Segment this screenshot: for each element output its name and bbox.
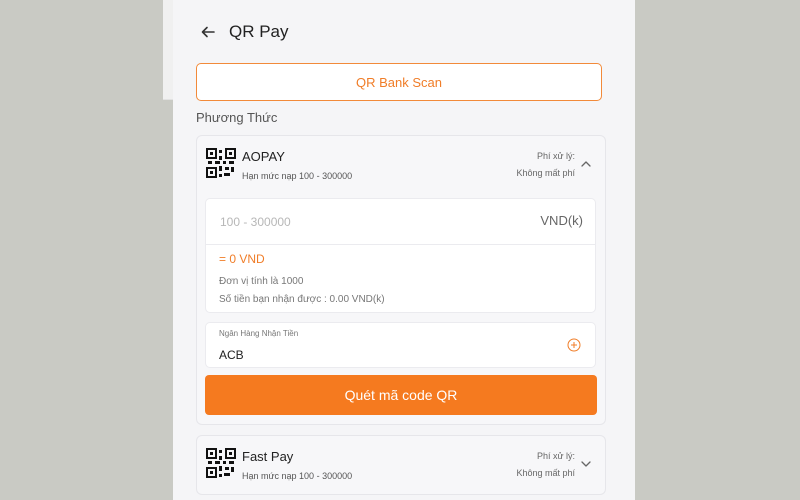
qr-pay-panel: QR Pay QR Bank Scan Phương Thức AOPAY Hạ… [173, 0, 635, 500]
page-title: QR Pay [229, 22, 289, 41]
amount-input[interactable] [220, 211, 520, 233]
unit-note: Đơn vị tính là 1000 [219, 276, 304, 287]
bank-value: ACB [219, 348, 244, 362]
tab-qr-bank-scan[interactable]: QR Bank Scan [196, 63, 602, 101]
methods-section-label: Phương Thức [196, 110, 278, 125]
fee-value: Không mất phí [516, 468, 575, 478]
background-page-strip [163, 0, 173, 100]
method-name: AOPAY [242, 149, 285, 164]
fee-value: Không mất phí [516, 168, 575, 178]
amount-box: VND(k) = 0 VND Đơn vị tính là 1000 Số ti… [205, 198, 596, 313]
method-limit: Hạn mức nạp 100 - 300000 [242, 471, 353, 481]
method-header[interactable]: AOPAY Hạn mức nạp 100 - 300000 Phí xử lý… [197, 136, 605, 192]
method-name: Fast Pay [242, 449, 294, 464]
receiving-bank-select[interactable]: Ngân Hàng Nhận Tiền ACB [205, 322, 596, 368]
qr-code-icon [206, 148, 236, 178]
background-divider [163, 99, 173, 100]
receive-amount-note: Số tiền bạn nhận được : 0.00 VND(k) [219, 294, 385, 305]
method-limit: Hạn mức nạp 100 - 300000 [242, 171, 353, 181]
qr-code-icon [206, 448, 236, 478]
page-header: QR Pay [173, 14, 635, 50]
fee-label: Phí xử lý: [536, 451, 575, 461]
plus-circle-icon[interactable] [567, 338, 581, 352]
method-header[interactable]: Fast Pay Hạn mức nạp 100 - 300000 Phí xử… [197, 436, 605, 492]
scan-qr-button[interactable]: Quét mã code QR [205, 375, 597, 415]
payment-method-card-aopay: AOPAY Hạn mức nạp 100 - 300000 Phí xử lý… [196, 135, 606, 425]
amount-input-row: VND(k) [206, 199, 595, 245]
bank-label: Ngân Hàng Nhận Tiền [219, 329, 299, 338]
payment-method-card-fastpay: Fast Pay Hạn mức nạp 100 - 300000 Phí xử… [196, 435, 606, 495]
unit-label: VND(k) [540, 213, 583, 228]
chevron-up-icon[interactable] [580, 158, 592, 170]
arrow-left-icon[interactable] [199, 23, 217, 41]
chevron-down-icon[interactable] [580, 458, 592, 470]
converted-amount: = 0 VND [219, 252, 265, 266]
fee-label: Phí xử lý: [536, 151, 575, 161]
